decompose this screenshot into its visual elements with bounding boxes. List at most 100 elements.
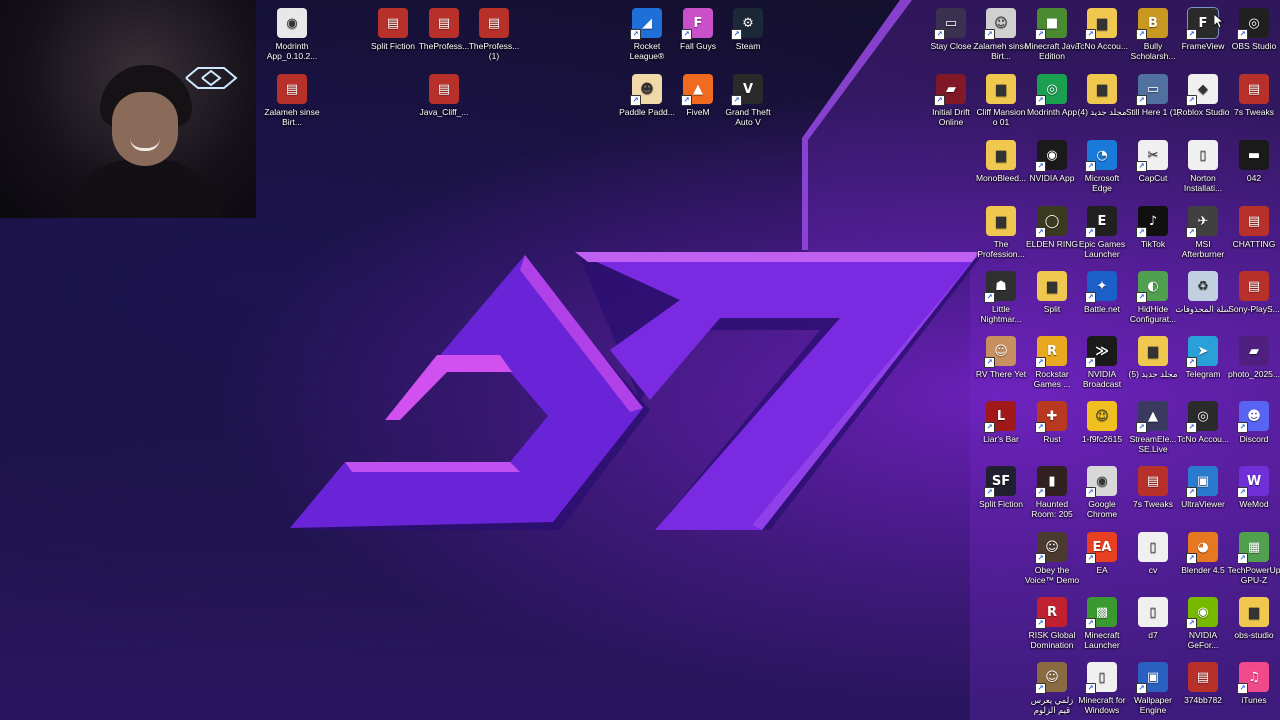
desktop-icon-capcut[interactable]: ✂ ↗ CapCut — [1128, 136, 1178, 198]
desktop[interactable]: ◉ Modrinth App_0.10.2... ▤ Zalameh sinse Bi… — [0, 0, 1280, 720]
desktop-icon-initial-drift[interactable]: ▰ ↗ Initial Drift Online — [926, 70, 976, 132]
icon-glyph: ♻ — [1197, 278, 1209, 294]
desktop-icon-chatting[interactable]: ▤ CHATTING — [1229, 202, 1279, 264]
desktop-icon-google-chrome[interactable]: ◉ ↗ Google Chrome — [1077, 462, 1127, 524]
desktop-icon-ea[interactable]: EA ↗ EA — [1077, 528, 1127, 590]
desktop-icon-nvidia-broadcast[interactable]: ≫ ↗ NVIDIA Broadcast — [1077, 332, 1127, 394]
desktop-icon-zalameh-zip-1[interactable]: ▤ Zalameh sinse Birt... — [264, 70, 320, 132]
icon-glyph: ◢ — [642, 15, 652, 31]
winrar-archive-icon: ▤ — [1188, 662, 1218, 692]
desktop-icon-label: MSI Afterburner — [1181, 239, 1225, 259]
desktop-icon-theprofess-zip-1[interactable]: ▤ TheProfess... — [419, 4, 469, 66]
desktop-icon-cliff-mansion[interactable]: ▆ Cliff Mansion o 01 — [976, 70, 1026, 132]
desktop-icon-monobleed[interactable]: ▆ MonoBleed... — [976, 136, 1026, 198]
desktop-icon-little-nightmares[interactable]: ☗ ↗ Little Nightmar... — [976, 267, 1026, 329]
desktop-icon-telegram[interactable]: ➤ ↗ Telegram — [1178, 332, 1228, 394]
desktop-icon-streamelements[interactable]: ▲ ↗ StreamEle... SE.Live — [1128, 397, 1178, 459]
desktop-icon-still-here[interactable]: ▭ ↗ Still Here 1 (1) — [1125, 70, 1181, 132]
desktop-icon-itunes[interactable]: ♫ ↗ iTunes — [1229, 658, 1279, 720]
image-file-icon: ▬ — [1239, 140, 1269, 170]
desktop-icon-stay-close[interactable]: ▭ ↗ Stay Close — [926, 4, 976, 66]
desktop-icon-steam[interactable]: ⚙ ↗ Steam — [723, 4, 773, 66]
desktop-icon-nvidia-app[interactable]: ◉ ↗ NVIDIA App — [1027, 136, 1077, 198]
desktop-icon-modrinth-app[interactable]: ◎ ↗ Modrinth App — [1027, 70, 1077, 132]
desktop-icon-liars-bar[interactable]: L ↗ Liar's Bar — [976, 397, 1026, 459]
desktop-icon-cv[interactable]: ▯ cv — [1128, 528, 1178, 590]
desktop-icon-label: Still Here 1 (1) — [1125, 107, 1181, 117]
desktop-icon-discord[interactable]: ☻ ↗ Discord — [1229, 397, 1279, 459]
desktop-icon-obs-studio[interactable]: ◎ ↗ OBS Studio — [1229, 4, 1279, 66]
icon-glyph: ▤ — [1247, 213, 1261, 229]
desktop-icon-374bb782[interactable]: ▤ 374bb782 — [1178, 658, 1228, 720]
icon-glyph: R — [1046, 604, 1057, 620]
desktop-icon-modrinth-zip[interactable]: ◉ Modrinth App_0.10.2... — [267, 4, 317, 66]
desktop-icon-rocket-league[interactable]: ◢ ↗ Rocket League® — [622, 4, 672, 66]
icon-glyph: ▲ — [693, 81, 703, 97]
desktop-icon-paddle-paddle[interactable]: ☻ ↗ Paddle Padd... — [619, 70, 675, 132]
desktop-icon-theprofess-zip-2[interactable]: ▤ TheProfess... (1) — [469, 4, 519, 66]
desktop-icon-minecraft-windows[interactable]: ▯ ↗ Minecraft for Windows — [1077, 658, 1127, 720]
desktop-icon-epic-games[interactable]: E ↗ Epic Games Launcher — [1077, 202, 1127, 264]
desktop-icon-norton[interactable]: ▯ Norton Installati... — [1178, 136, 1228, 198]
desktop-icon-minecraft-java[interactable]: ■ ↗ Minecraft Java Edition — [1024, 4, 1080, 66]
desktop-icon-7s-tweaks-2[interactable]: ▤ 7s Tweaks — [1128, 462, 1178, 524]
desktop-icon-d7[interactable]: ▯ d7 — [1128, 593, 1178, 655]
desktop-icon-ultraviewer[interactable]: ▣ ↗ UltraViewer — [1178, 462, 1228, 524]
desktop-icon-new-folder-5[interactable]: ▆ مجلد جديد (5) — [1128, 332, 1178, 394]
desktop-icon-risk[interactable]: R ↗ RISK Global Domination — [1027, 593, 1077, 655]
desktop-icon-blender[interactable]: ◕ ↗ Blender 4.5 — [1178, 528, 1228, 590]
desktop-icon-7s-tweaks-1[interactable]: ▤ 7s Tweaks — [1229, 70, 1279, 132]
file-icon: ▯ — [1188, 140, 1218, 170]
icon-glyph: ▤ — [437, 81, 451, 97]
desktop-icon-label: 7s Tweaks — [1233, 107, 1274, 117]
desktop-icon-nvidia-geforce[interactable]: ◉ ↗ NVIDIA GeFor... — [1178, 593, 1228, 655]
desktop-icon-sony-playstation[interactable]: ▤ Sony-PlayS... — [1228, 267, 1280, 329]
desktop-icon-photo-2025[interactable]: ▰ photo_2025... — [1228, 332, 1280, 394]
desktop-icon-hidhide[interactable]: ◐ ↗ HidHide Configurat... — [1128, 267, 1178, 329]
desktop-icon-split-folder[interactable]: ▆ Split — [1027, 267, 1077, 329]
desktop-icon-tcno-2[interactable]: ◎ ↗ TcNo Accou... — [1177, 397, 1229, 459]
desktop-icon-fall-guys[interactable]: F ↗ Fall Guys — [673, 4, 723, 66]
winrar-archive-icon: ▤ — [378, 8, 408, 38]
desktop-icon-techpowerup[interactable]: ▦ ↗ TechPowerUp GPU-Z — [1228, 528, 1280, 590]
desktop-icon-battle-net[interactable]: ✦ ↗ Battle.net — [1077, 267, 1127, 329]
shortcut-arrow-icon: ↗ — [984, 357, 995, 368]
desktop-icon-new-folder-4[interactable]: ▆ مجلد جديد (4) — [1077, 70, 1127, 132]
desktop-icon-java-cliff-zip[interactable]: ▤ Java_Cliff_... — [419, 70, 469, 132]
image-file-icon: ▰ — [1239, 336, 1269, 366]
gpu-z-icon: ▦ ↗ — [1237, 532, 1269, 564]
icon-glyph: ◔ — [1096, 147, 1108, 163]
desktop-icon-microsoft-edge[interactable]: ◔ ↗ Microsoft Edge — [1077, 136, 1127, 198]
desktop-icon-rockstar[interactable]: R ↗ Rockstar Games ... — [1027, 332, 1077, 394]
desktop-icon-recycle-bin[interactable]: ♻ سلة المحذوفات — [1175, 267, 1231, 329]
desktop-icon-tiktok[interactable]: ♪ ↗ TikTok — [1128, 202, 1178, 264]
desktop-icon-arabic-game[interactable]: ☺ ↗ زلمي يعرس قيم الزلوم — [1027, 658, 1077, 720]
desktop-icon-tcno-1[interactable]: ▆ ↗ TcNo Accou... — [1076, 4, 1128, 66]
desktop-icon-042[interactable]: ▬ 042 — [1229, 136, 1279, 198]
desktop-icon-rust[interactable]: ✚ ↗ Rust — [1027, 397, 1077, 459]
winrar-archive-icon: ▤ — [277, 74, 307, 104]
desktop-icon-roblox-studio[interactable]: ◆ ↗ Roblox Studio — [1177, 70, 1229, 132]
desktop-icon-minecraft-launcher[interactable]: ▩ ↗ Minecraft Launcher — [1077, 593, 1127, 655]
icon-glyph: ◆ — [1198, 81, 1208, 97]
desktop-icon-rv-there-yet[interactable]: ☺ ↗ RV There Yet — [976, 332, 1026, 394]
desktop-icon-label: Obey the Voice™ Demo — [1024, 565, 1080, 585]
desktop-icon-fivem[interactable]: ▲ ↗ FiveM — [673, 70, 723, 132]
logo-right-top — [575, 252, 980, 262]
desktop-icon-bully[interactable]: B ↗ Bully Scholarsh... — [1128, 4, 1178, 66]
desktop-icon-elden-ring[interactable]: ◯ ↗ ELDEN RING — [1026, 202, 1078, 264]
desktop-icon-split-fiction-game[interactable]: SF ↗ Split Fiction — [976, 462, 1026, 524]
desktop-icon-wemod[interactable]: W ↗ WeMod — [1229, 462, 1279, 524]
desktop-icon-emoji-file[interactable]: ☺ 1-f9fc2615 — [1077, 397, 1127, 459]
desktop-icon-label: Steam — [735, 41, 761, 51]
icon-glyph: ▯ — [1199, 147, 1207, 163]
desktop-icon-the-profession-folder[interactable]: ▆ The Profession... — [976, 202, 1026, 264]
desktop-icon-obey-the-voice[interactable]: ☺ ↗ Obey the Voice™ Demo — [1024, 528, 1080, 590]
desktop-icon-wallpaper-engine[interactable]: ▣ ↗ Wallpaper Engine — [1128, 658, 1178, 720]
desktop-icon-obs-studio-folder[interactable]: ▆ obs-studio — [1229, 593, 1279, 655]
desktop-icon-msi-afterburner[interactable]: ✈ ↗ MSI Afterburner — [1178, 202, 1228, 264]
desktop-icon-gta-v[interactable]: V ↗ Grand Theft Auto V — [723, 70, 773, 132]
desktop-icon-zalameh-2[interactable]: ☺ ↗ Zalameh sinse Birt... — [973, 4, 1029, 66]
desktop-icon-haunted-room[interactable]: ▮ ↗ Haunted Room: 205 — [1027, 462, 1077, 524]
desktop-icon-split-fiction-zip[interactable]: ▤ Split Fiction — [368, 4, 418, 66]
